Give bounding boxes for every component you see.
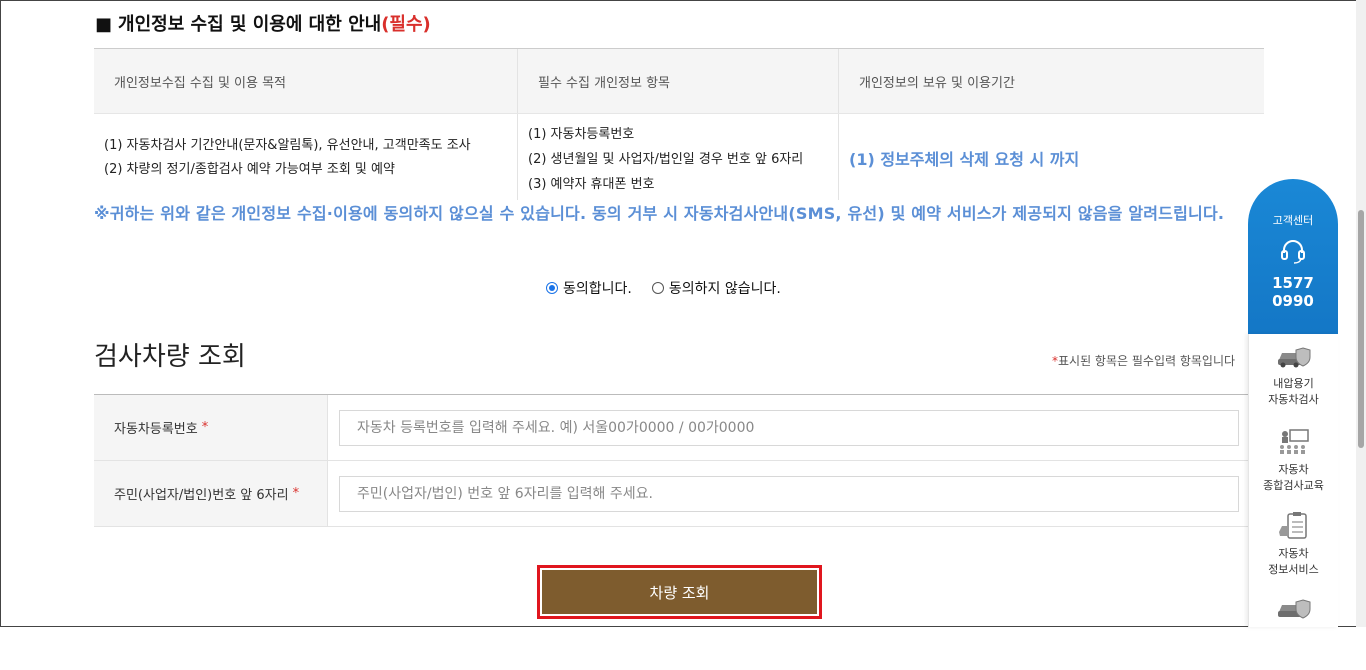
- plate-label: 자동차등록번호 *: [94, 395, 328, 460]
- scrollbar-thumb[interactable]: [1358, 210, 1364, 448]
- quick-item-3-line1: 자동차: [1278, 547, 1309, 560]
- purpose-1: (1) 자동차검사 기간안내(문자&알림톡), 유선안내, 고객만족도 조사: [104, 138, 471, 153]
- cs-title: 고객센터: [1272, 214, 1314, 227]
- item-2: (2) 생년월일 및 사업자/법인일 경우 번호 앞 6자리: [528, 152, 804, 167]
- item-3: (3) 예약자 휴대폰 번호: [528, 177, 655, 192]
- square-bullet-icon: ■: [95, 14, 113, 35]
- plate-number-input[interactable]: [339, 409, 1239, 446]
- required-note: *표시된 항목은 필수입력 항목입니다: [1052, 352, 1235, 369]
- cs-phone-1: 1577: [1272, 274, 1314, 292]
- quick-item-1-line1: 내압용기: [1273, 377, 1314, 390]
- quick-item-2-line2: 종합검사교육: [1263, 479, 1324, 492]
- agree-radio[interactable]: [546, 282, 558, 294]
- vehicle-lookup-button[interactable]: 차량 조회: [542, 570, 817, 614]
- privacy-section-title: ■ 개인정보 수집 및 이용에 대한 안내(필수): [95, 10, 431, 36]
- quick-item-1-line2: 자동차검사: [1268, 393, 1319, 406]
- submit-highlight: 차량 조회: [537, 565, 822, 619]
- header-purpose: 개인정보수집 수집 및 이용 목적: [94, 49, 518, 113]
- plate-label-text: 자동차등록번호: [114, 422, 198, 437]
- privacy-title-required: (필수): [381, 14, 431, 35]
- item-1: (1) 자동차등록번호: [528, 127, 635, 142]
- plate-input-cell: [328, 395, 1254, 460]
- headset-icon: [1281, 240, 1305, 264]
- privacy-table-header: 개인정보수집 수집 및 이용 목적 필수 수집 개인정보 항목 개인정보의 보유…: [94, 49, 1264, 114]
- customer-center[interactable]: 고객센터 1577 0990: [1248, 179, 1338, 334]
- items-cell: (1) 자동차등록번호 (2) 생년월일 및 사업자/법인일 경우 번호 앞 6…: [518, 114, 839, 200]
- disagree-label: 동의하지 않습니다.: [668, 281, 781, 297]
- car-shield-icon: [1277, 599, 1310, 619]
- quick-item-info-service[interactable]: 자동차 정보서비스: [1249, 502, 1338, 586]
- privacy-title-text: 개인정보 수집 및 이용에 대한 안내: [118, 14, 382, 35]
- lookup-title: 검사차량 조회: [94, 342, 246, 372]
- disagree-option[interactable]: 동의하지 않습니다.: [651, 278, 781, 298]
- required-note-text: 표시된 항목은 필수입력 항목입니다: [1058, 354, 1236, 368]
- purpose-cell: (1) 자동차검사 기간안내(문자&알림톡), 유선안내, 고객만족도 조사 (…: [94, 114, 518, 200]
- form-row-id: 주민(사업자/법인)번호 앞 6자리 *: [94, 461, 1254, 527]
- cs-phone-2: 0990: [1272, 292, 1314, 310]
- retention-cell: (1) 정보주체의 삭제 요청 시 까지: [849, 150, 1080, 169]
- quick-menu: 내압용기 자동차검사 자동차 종합검사교육 자동차 정보서비스: [1248, 334, 1338, 627]
- form-row-plate: 자동차등록번호 *: [94, 395, 1254, 461]
- plate-required-star: *: [201, 420, 209, 435]
- clipboard-icon: [1278, 512, 1307, 539]
- quick-item-education[interactable]: 자동차 종합검사교육: [1249, 418, 1338, 502]
- id-number-input[interactable]: [339, 475, 1239, 512]
- consent-radio-group: 동의합니다. 동의하지 않습니다.: [546, 278, 801, 298]
- privacy-info-table: 개인정보수집 수집 및 이용 목적 필수 수집 개인정보 항목 개인정보의 보유…: [94, 48, 1264, 200]
- id-input-cell: [328, 461, 1254, 526]
- agree-option[interactable]: 동의합니다.: [546, 278, 632, 298]
- lecture-icon: [1279, 429, 1309, 454]
- agree-label: 동의합니다.: [563, 281, 632, 297]
- privacy-table-row: (1) 자동차검사 기간안내(문자&알림톡), 유선안내, 고객만족도 조사 (…: [94, 114, 1264, 200]
- consent-notice: ※귀하는 위와 같은 개인정보 수집·이용에 동의하지 않으실 수 있습니다. …: [94, 204, 1225, 223]
- quick-item-partial[interactable]: [1249, 586, 1338, 670]
- purpose-2: (2) 차량의 정기/종합검사 예약 가능여부 조회 및 예약: [104, 162, 395, 177]
- quick-item-pressure-vessel[interactable]: 내압용기 자동차검사: [1249, 334, 1338, 418]
- quick-item-2-line1: 자동차: [1278, 463, 1309, 476]
- car-shield-icon: [1277, 347, 1310, 368]
- id-label-text: 주민(사업자/법인)번호 앞 6자리: [114, 488, 289, 503]
- quick-sidebar: 고객센터 1577 0990 내압용기 자동차검사 자동차 종합검사교육 자동차…: [1248, 179, 1338, 627]
- lookup-form: 자동차등록번호* 주민(사업자/법인)번호 앞 6자리*: [94, 394, 1254, 527]
- id-label: 주민(사업자/법인)번호 앞 6자리 *: [94, 461, 328, 526]
- id-required-star: *: [292, 486, 300, 501]
- quick-item-3-line2: 정보서비스: [1268, 563, 1319, 576]
- page-scrollbar[interactable]: [1356, 0, 1366, 627]
- header-items: 필수 수집 개인정보 항목: [518, 49, 839, 113]
- header-retention: 개인정보의 보유 및 이용기간: [859, 75, 1015, 91]
- disagree-radio[interactable]: [651, 282, 664, 294]
